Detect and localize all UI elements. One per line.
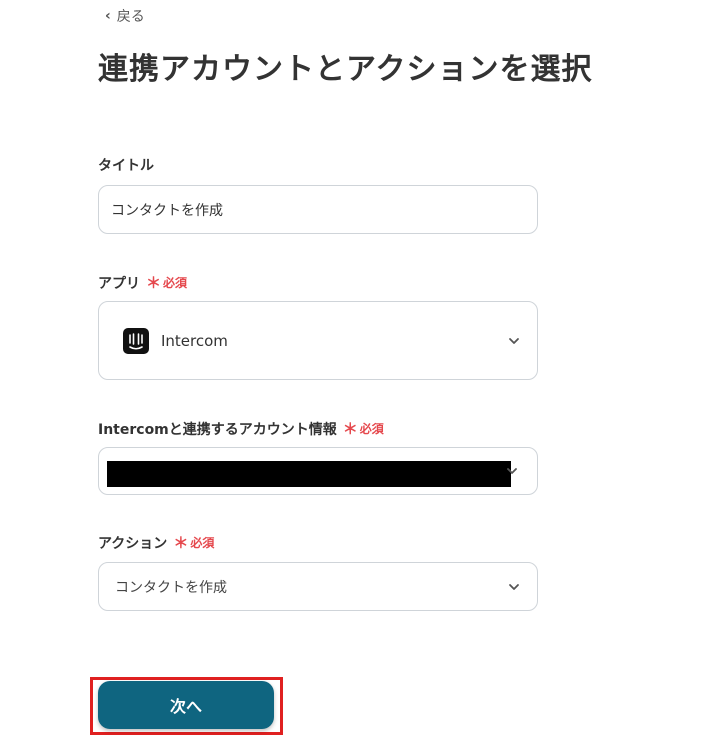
chevron-down-icon	[509, 337, 519, 344]
chevron-left-icon: ‹	[105, 8, 111, 24]
action-label-text: アクション	[98, 535, 168, 552]
required-asterisk: ＊	[342, 420, 358, 438]
intercom-logo-icon	[123, 327, 149, 354]
chevron-down-icon	[507, 468, 517, 474]
title-label-text: タイトル	[98, 158, 154, 174]
app-select[interactable]: Intercom	[98, 301, 538, 380]
title-field[interactable]	[98, 185, 538, 234]
title-field-label: タイトル	[98, 155, 154, 175]
required-text: 必須	[190, 536, 215, 550]
app-name: Intercom	[161, 331, 228, 350]
required-asterisk: ＊	[146, 274, 162, 292]
page-title: 連携アカウントとアクションを選択	[98, 52, 593, 87]
back-link[interactable]: ‹ 戻る	[105, 6, 145, 26]
title-input[interactable]	[99, 186, 537, 233]
app-label-text: アプリ	[98, 275, 140, 292]
action-select[interactable]: コンタクトを作成	[98, 562, 538, 611]
back-label: 戻る	[116, 9, 145, 25]
page: ‹ 戻る 連携アカウントとアクションを選択 タイトル アプリ ＊ 必須 Int	[0, 0, 715, 749]
account-label-text: Intercomと連携するアカウント情報	[98, 421, 337, 438]
action-value: コンタクトを作成	[115, 579, 227, 596]
redacted-account-value	[107, 461, 511, 487]
required-text: 必須	[359, 422, 384, 436]
required-text: 必須	[163, 276, 188, 290]
required-asterisk: ＊	[173, 534, 189, 552]
action-field-label: アクション ＊ 必須	[98, 532, 214, 553]
chevron-down-icon	[509, 583, 519, 590]
app-field-label: アプリ ＊ 必須	[98, 272, 187, 293]
account-field-label: Intercomと連携するアカウント情報 ＊ 必須	[98, 418, 384, 439]
next-button[interactable]: 次へ	[98, 681, 274, 729]
account-select[interactable]	[98, 447, 538, 495]
